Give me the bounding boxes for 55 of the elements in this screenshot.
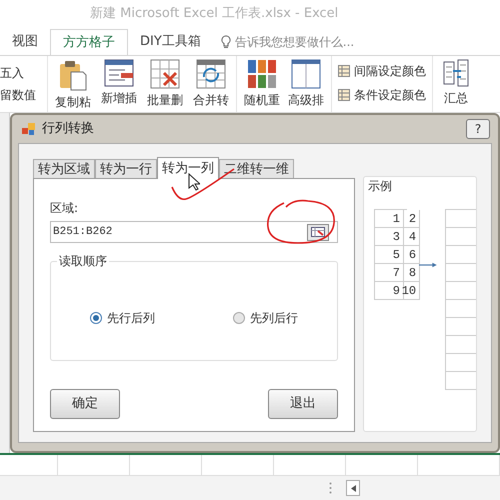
radio-button[interactable] [233,312,245,324]
insert-rows-icon [104,59,134,87]
dialog-tab[interactable]: 转为一列 [157,157,219,179]
table-icon [338,65,350,77]
ribbon-tab[interactable]: 方方格子 [50,29,128,55]
radio-option[interactable]: 先行后列 [90,309,155,327]
radio-button[interactable] [90,312,102,324]
example-cell: 1 [375,210,404,228]
ribbon-label[interactable]: 留数值 [0,86,47,104]
delete-grid-icon [150,59,180,89]
select-range-button[interactable] [307,224,329,240]
dialog-tab[interactable]: 转为区域 [33,159,95,178]
ribbon-tab[interactable]: DIY工具箱 [128,29,213,55]
group-title: 读取顺序 [57,252,109,270]
ribbon-button[interactable]: 复制粘 [56,59,90,112]
help-button[interactable]: ? [466,119,490,139]
arrow-icon [419,261,437,269]
range-label: 区域: [50,200,80,217]
example-cell: 7 [375,264,404,282]
ribbon-button[interactable]: 高级排 [289,59,323,112]
dialog-title: 行列转换 [42,120,94,138]
ribbon-button[interactable]: 随机重 [245,59,279,112]
ribbon-button[interactable]: 批量删 [148,59,182,112]
table-icon [338,89,350,101]
example-cell: 9 [375,282,404,300]
ribbon-small-button[interactable]: 条件设定颜色 [338,86,426,104]
dialog-button[interactable]: 确定 [50,389,120,419]
example-cell: 5 [375,246,404,264]
clipboard-icon [58,59,88,91]
range-input[interactable]: B251:B262 [53,224,307,240]
ribbon-button[interactable]: 合并转 [194,59,228,112]
sort-icon [291,59,321,89]
more-icon [329,482,332,494]
summary-button[interactable]: 汇总 [433,56,479,112]
scroll-left-button[interactable] [346,480,360,496]
group-title: 示例 [368,178,392,195]
window-title: 新建 Microsoft Excel 工作表.xlsx - Excel [90,5,338,24]
example-cell: 3 [375,228,404,246]
dialog-tab[interactable]: 转为一行 [95,159,157,178]
range-picker-icon [311,227,325,237]
circle-annotation [264,199,336,245]
lightbulb-icon [220,35,231,49]
ribbon-small-button[interactable]: 间隔设定颜色 [338,62,426,80]
color-blocks-icon [247,59,277,89]
range-field[interactable]: B251:B262 [50,221,338,243]
app-icon [22,122,36,136]
tell-me-field[interactable]: 告诉我您想要做什么... [234,33,385,51]
ribbon-label[interactable]: 五入 [0,64,47,82]
ribbon-tab[interactable]: 视图 [0,29,50,55]
summary-icon [443,59,469,87]
dialog-button[interactable]: 退出 [268,389,338,419]
ribbon-button[interactable]: 新增插 [102,59,136,112]
caret-left-icon [350,484,356,492]
radio-option[interactable]: 先列后行 [233,309,298,327]
merge-convert-icon [196,59,226,89]
